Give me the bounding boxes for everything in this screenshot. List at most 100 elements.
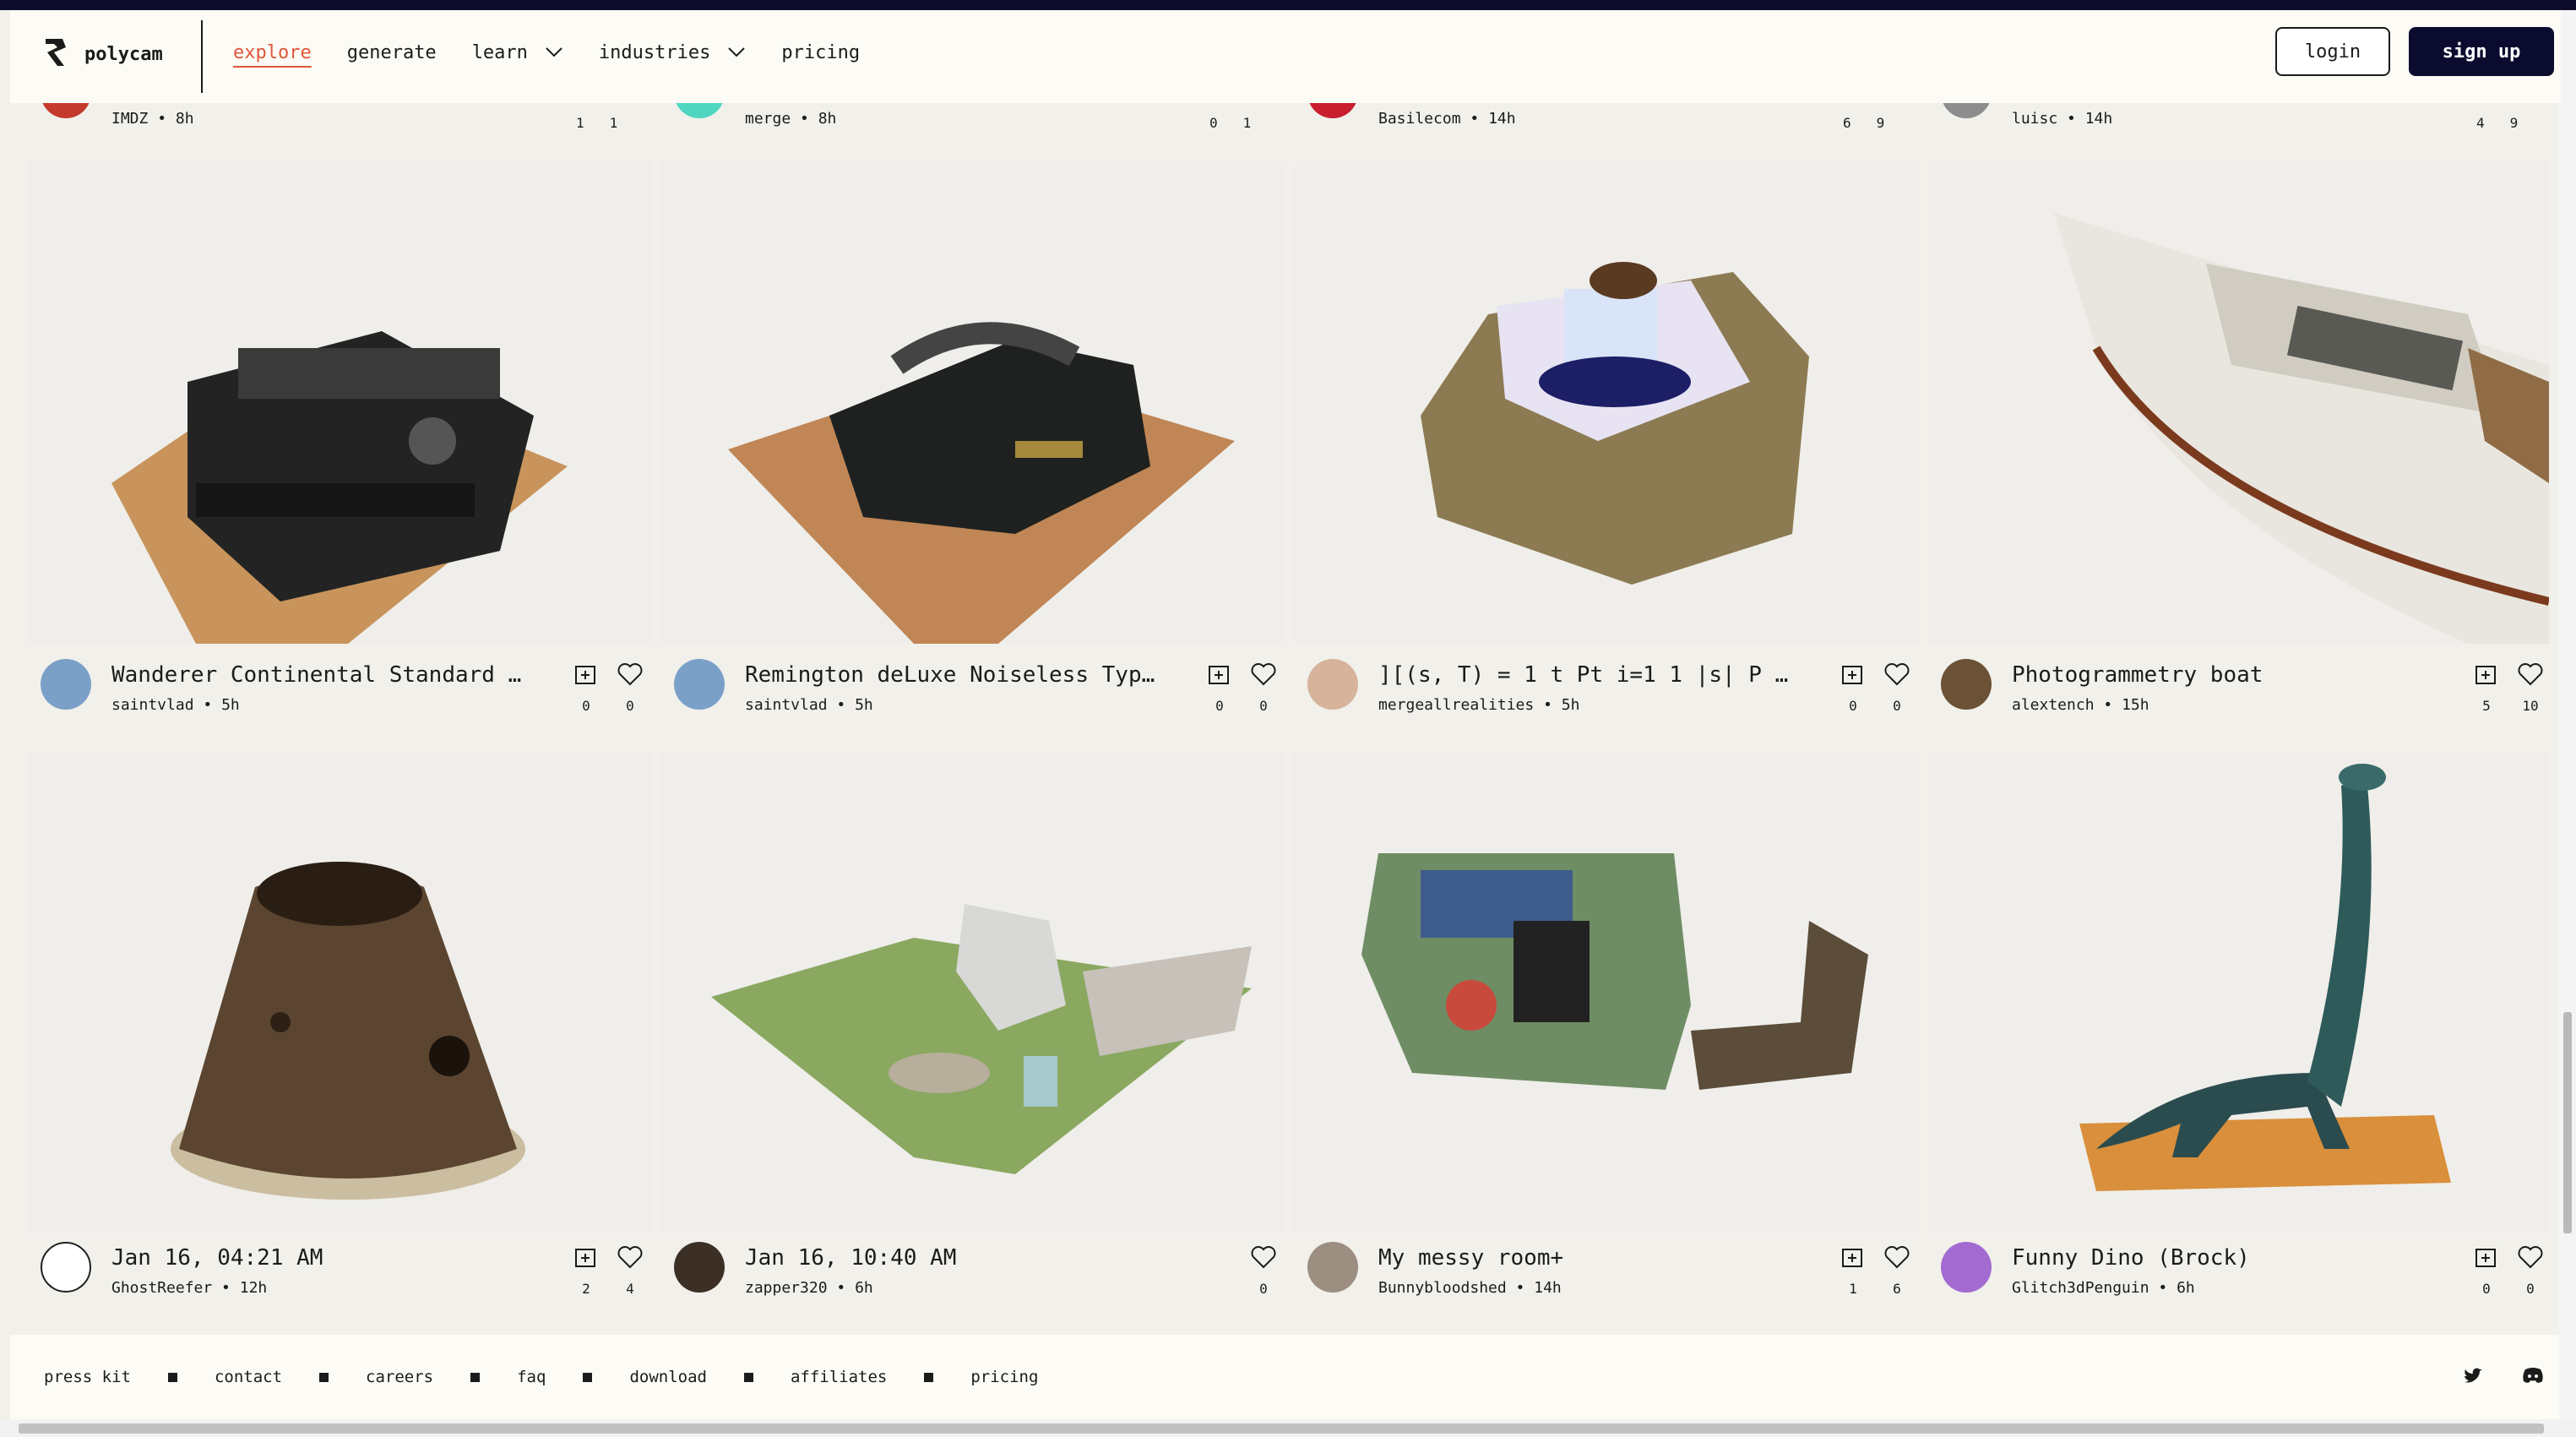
card-time: 6h — [855, 1279, 873, 1297]
footer-link-pricing[interactable]: pricing — [970, 1368, 1038, 1386]
card-meta: Photogrammetry boat alextench • 15h 5 10 — [1941, 659, 2549, 718]
like-count: 0 — [1259, 698, 1268, 714]
login-button[interactable]: login — [2275, 27, 2390, 76]
card-time: 5h — [221, 696, 240, 714]
card-thumbnail-typewriter-1[interactable] — [27, 162, 652, 644]
nav-generate[interactable]: generate — [347, 42, 437, 63]
card-user: GhostReefer — [111, 1279, 213, 1297]
header-divider — [201, 20, 203, 93]
avatar[interactable] — [674, 1242, 725, 1293]
separator — [583, 1372, 593, 1382]
nav-pricing[interactable]: pricing — [781, 42, 860, 63]
like-count: 10 — [2522, 698, 2539, 714]
save-to-collection-icon[interactable] — [2475, 662, 2498, 689]
card-meta: Funny Dino (Brock) Glitch3dPenguin • 6h … — [1941, 1242, 2549, 1301]
heart-icon[interactable] — [1883, 662, 1910, 689]
card-meta: Remington deLuxe Noiseless Typewr… saint… — [674, 659, 1282, 718]
save-count: 0 — [1849, 698, 1857, 714]
card-thumbnail-boat[interactable] — [1927, 162, 2549, 644]
card-thumbnail-ruins[interactable] — [660, 752, 1285, 1233]
avatar[interactable] — [1307, 659, 1358, 710]
footer-link-press-kit[interactable]: press kit — [44, 1368, 131, 1386]
card-title[interactable]: ][(s, T) = 1 t Pt i=1 1 |s| P c∈… — [1378, 662, 1801, 688]
save-count: 2 — [582, 1281, 590, 1297]
card-thumbnail-rock[interactable] — [27, 752, 652, 1233]
heart-icon[interactable] — [2517, 662, 2544, 689]
save-count: 0 — [2482, 1281, 2491, 1297]
avatar[interactable] — [1307, 1242, 1358, 1293]
scrollbar-thumb[interactable] — [2563, 1012, 2572, 1233]
save-to-collection-icon[interactable] — [574, 662, 598, 689]
card-title[interactable]: My messy room+ — [1378, 1245, 1801, 1271]
discord-icon[interactable] — [2522, 1367, 2544, 1389]
separator — [470, 1372, 481, 1382]
card-user: saintvlad — [745, 696, 828, 714]
heart-icon[interactable] — [1883, 1245, 1910, 1272]
card-thumbnail-scan-artwork[interactable] — [1294, 162, 1919, 644]
logo[interactable]: polycam — [42, 35, 163, 73]
card-title[interactable]: Photogrammetry boat — [2012, 662, 2434, 688]
footer-link-faq[interactable]: faq — [517, 1368, 546, 1386]
like-count: 9 — [2509, 115, 2519, 131]
card-time: 14h — [1534, 1279, 1562, 1297]
card-title[interactable]: Jan 16, 04:21 AM — [111, 1245, 534, 1271]
card-user: Bunnybloodshed — [1378, 1279, 1507, 1297]
heart-icon[interactable] — [617, 1245, 644, 1272]
like-count: 6 — [1893, 1281, 1901, 1297]
horizontal-scrollbar[interactable] — [0, 1419, 2576, 1437]
footer-link-contact[interactable]: contact — [215, 1368, 282, 1386]
card-user: luisc — [2012, 110, 2058, 128]
save-to-collection-icon[interactable] — [1841, 662, 1865, 689]
scrollbar-thumb[interactable] — [19, 1423, 2544, 1434]
save-to-collection-icon[interactable] — [574, 1245, 598, 1272]
card-title[interactable]: Funny Dino (Brock) — [2012, 1245, 2434, 1271]
save-count: 0 — [1215, 698, 1224, 714]
vertical-scrollbar[interactable] — [2559, 10, 2576, 1419]
like-count: 9 — [1876, 115, 1885, 131]
save-to-collection-icon[interactable] — [2475, 1245, 2498, 1272]
save-to-collection-icon[interactable] — [1841, 1245, 1865, 1272]
heart-icon[interactable] — [1250, 1245, 1277, 1272]
signup-button[interactable]: sign up — [2409, 27, 2554, 76]
avatar[interactable] — [1941, 1242, 1992, 1293]
card-title[interactable]: Jan 16, 10:40 AM — [745, 1245, 1167, 1271]
card-meta: Jan 16, 04:21 AM GhostReefer • 12h 2 4 — [41, 1242, 649, 1301]
save-count: 0 — [1209, 115, 1218, 131]
chevron-down-icon — [545, 42, 563, 63]
card-thumbnail-typewriter-2[interactable] — [660, 162, 1285, 644]
heart-icon[interactable] — [617, 662, 644, 689]
nav-explore[interactable]: explore — [233, 42, 312, 63]
main-nav: explore generate learn industries pricin… — [233, 42, 895, 63]
card-thumbnail-room[interactable] — [1294, 752, 1919, 1233]
nav-industries[interactable]: industries — [599, 42, 746, 63]
footer-link-affiliates[interactable]: affiliates — [791, 1368, 887, 1386]
footer-links: press kit contact careers faq download a… — [44, 1368, 1038, 1386]
avatar[interactable] — [1941, 659, 1992, 710]
card-time: 15h — [2122, 696, 2149, 714]
like-count: 4 — [626, 1281, 634, 1297]
nav-learn[interactable]: learn — [472, 42, 563, 63]
card-user: merge — [745, 110, 791, 128]
twitter-icon[interactable] — [2463, 1367, 2483, 1389]
card-time: 14h — [2084, 110, 2113, 128]
save-count: 1 — [1849, 1281, 1857, 1297]
avatar[interactable] — [41, 1242, 91, 1293]
footer-link-careers[interactable]: careers — [366, 1368, 433, 1386]
card-user: IMDZ — [111, 110, 149, 128]
heart-icon[interactable] — [2517, 1245, 2544, 1272]
footer-link-download[interactable]: download — [629, 1368, 707, 1386]
like-count: 1 — [1242, 115, 1252, 131]
card-meta: ][(s, T) = 1 t Pt i=1 1 |s| P c∈… mergea… — [1307, 659, 1916, 718]
card-title[interactable]: Remington deLuxe Noiseless Typewr… — [745, 662, 1167, 688]
avatar[interactable] — [674, 659, 725, 710]
card-thumbnail-dino[interactable] — [1927, 752, 2549, 1233]
site-header: polycam explore generate learn industrie… — [10, 10, 2561, 103]
heart-icon[interactable] — [1250, 662, 1277, 689]
card-user: zapper320 — [745, 1279, 828, 1297]
avatar[interactable] — [41, 659, 91, 710]
save-to-collection-icon[interactable] — [1208, 662, 1231, 689]
card-user: mergeallrealities — [1378, 696, 1535, 714]
card-title[interactable]: Wanderer Continental Standard Typ… — [111, 662, 534, 688]
card-user: Basilecom — [1378, 110, 1461, 128]
save-count: 1 — [576, 115, 584, 131]
